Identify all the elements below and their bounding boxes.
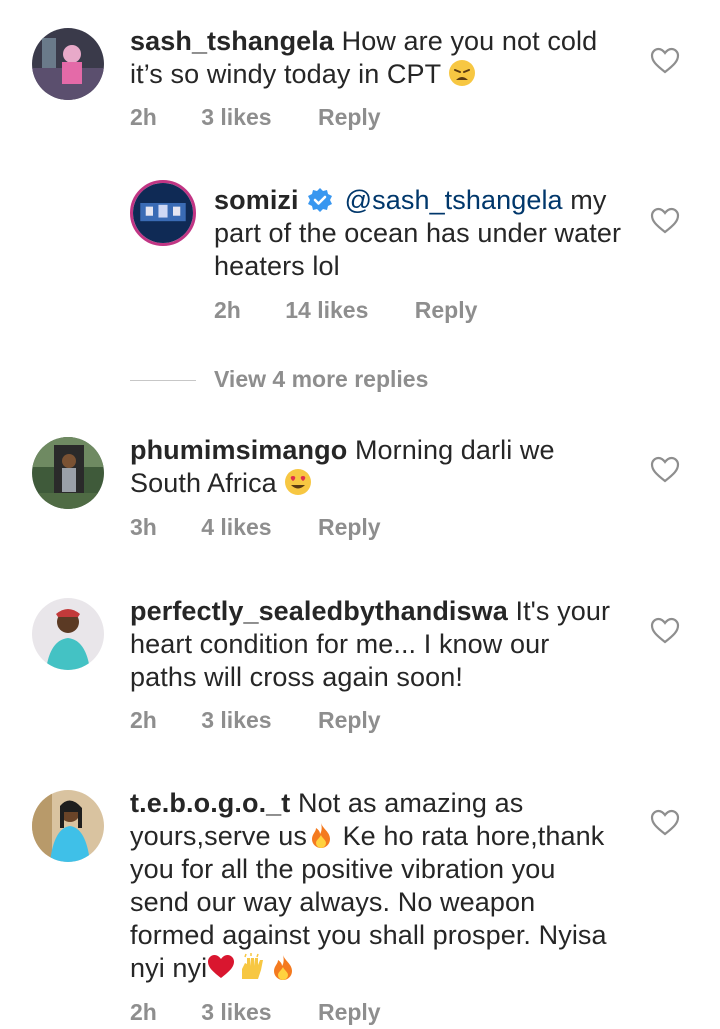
comment-text: t.e.b.o.g.o._t Not as amazing as yours,s… (130, 787, 620, 985)
comment-username[interactable]: sash_tshangela (130, 26, 334, 56)
comment-meta: 2h 3 likes Reply (130, 997, 381, 1027)
avatar[interactable] (32, 790, 104, 862)
like-count[interactable]: 4 likes (201, 512, 271, 542)
like-count[interactable]: 3 likes (201, 997, 271, 1027)
raised-hands-emoji (242, 953, 264, 979)
verified-badge-icon (307, 188, 332, 212)
avatar[interactable] (32, 437, 104, 509)
divider (130, 380, 196, 382)
heart-outline-icon[interactable] (650, 809, 680, 837)
heart-outline-icon[interactable] (650, 456, 680, 484)
comment-username[interactable]: somizi (214, 185, 299, 215)
comment-username[interactable]: perfectly_sealedbythandiswa (130, 596, 508, 626)
reply-button[interactable]: Reply (415, 295, 478, 325)
heart-outline-icon[interactable] (650, 47, 680, 75)
comment-meta: 2h 14 likes Reply (214, 295, 477, 325)
comment-text: phumimsimango Morning darli we South Afr… (130, 434, 620, 500)
heart-outline-icon[interactable] (650, 207, 680, 235)
heart-outline-icon[interactable] (650, 617, 680, 645)
reply-button[interactable]: Reply (318, 997, 381, 1027)
mention-link[interactable]: @sash_tshangela (345, 185, 563, 215)
comment-time: 2h (130, 707, 157, 733)
fire-emoji (274, 955, 293, 980)
comment-time: 3h (130, 514, 157, 540)
comment-meta: 2h 3 likes Reply (130, 102, 381, 132)
comment-username[interactable]: t.e.b.o.g.o._t (130, 788, 290, 818)
comment-text: perfectly_sealedbythandiswa It's your he… (130, 595, 620, 694)
view-more-label[interactable]: View 4 more replies (214, 366, 428, 392)
like-count[interactable]: 3 likes (201, 705, 271, 735)
comment-meta: 3h 4 likes Reply (130, 512, 381, 542)
comment-time: 2h (214, 297, 241, 323)
comment-time: 2h (130, 104, 157, 130)
red-heart-emoji (208, 955, 235, 978)
reply-button[interactable]: Reply (318, 705, 381, 735)
weary-face-emoji (449, 60, 476, 86)
like-count[interactable]: 14 likes (285, 295, 368, 325)
comment-time: 2h (130, 999, 157, 1025)
fire-emoji (311, 823, 330, 848)
avatar[interactable] (32, 598, 104, 670)
avatar[interactable] (32, 28, 104, 100)
like-count[interactable]: 3 likes (201, 102, 271, 132)
heart-eyes-emoji (285, 469, 312, 495)
comment-text: sash_tshangela How are you not cold it’s… (130, 25, 620, 91)
reply-button[interactable]: Reply (318, 512, 381, 542)
avatar[interactable] (130, 180, 196, 246)
comment-meta: 2h 3 likes Reply (130, 705, 381, 735)
comment-username[interactable]: phumimsimango (130, 435, 347, 465)
view-more-replies[interactable]: View 4 more replies (130, 363, 428, 395)
reply-button[interactable]: Reply (318, 102, 381, 132)
comment-text: somizi @sash_tshangela my part of the oce… (214, 184, 624, 283)
